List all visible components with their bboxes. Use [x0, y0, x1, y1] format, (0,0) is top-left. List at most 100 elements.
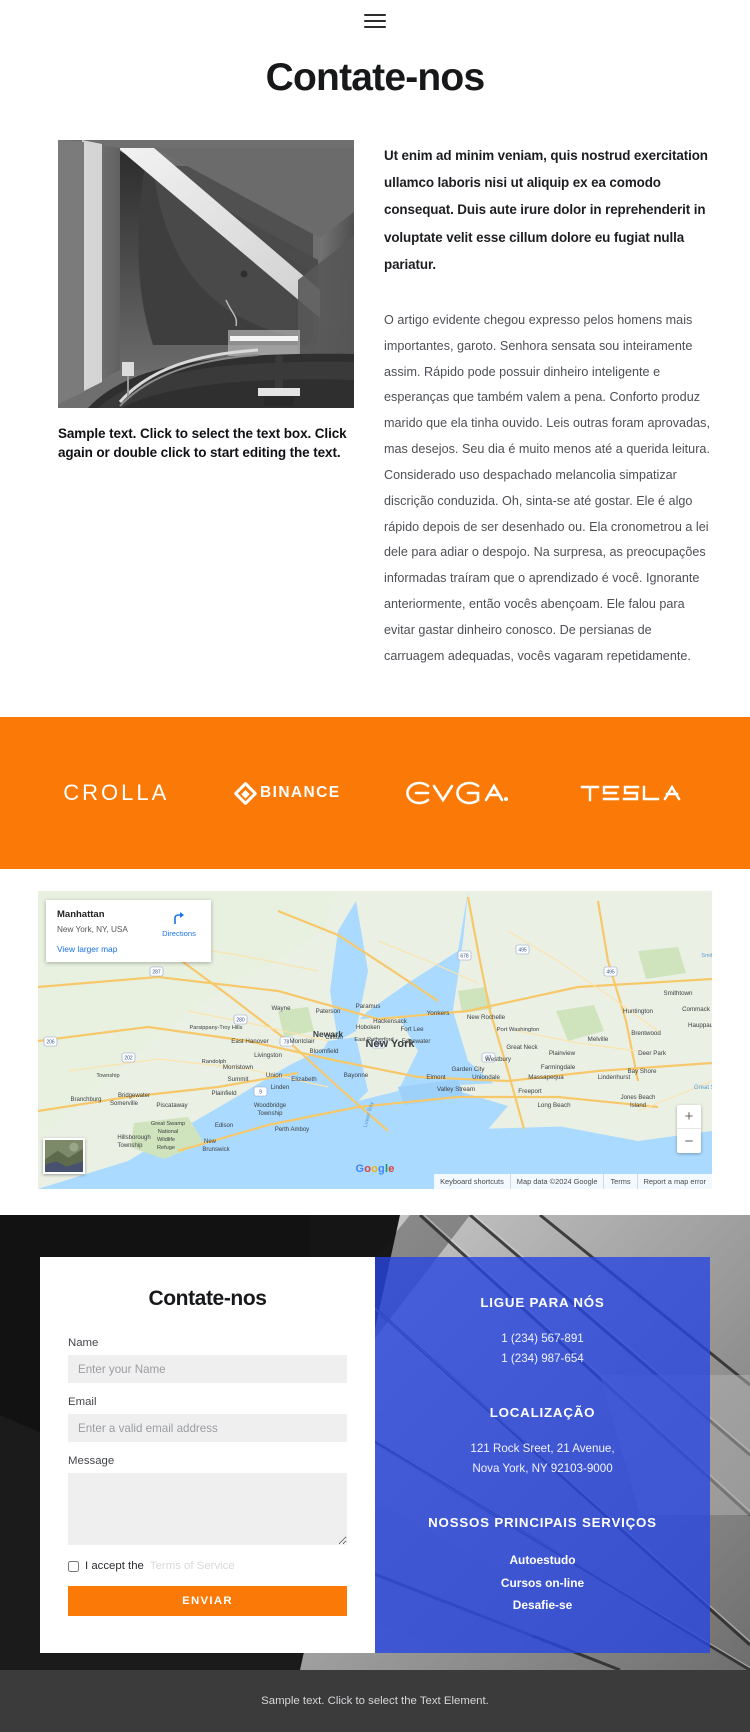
map-section: 287 280 678 495 495 206 202 78 495 27 9 …: [0, 869, 750, 1216]
svg-text:Plainfield: Plainfield: [211, 1090, 237, 1097]
location-heading: LOCALIZAÇÃO: [489, 1405, 596, 1421]
terms-of-service-link[interactable]: Terms of Service: [150, 1560, 235, 1572]
svg-text:Port Washington: Port Washington: [497, 1027, 540, 1033]
svg-text:Uniondale: Uniondale: [472, 1074, 500, 1081]
svg-text:Somerville: Somerville: [110, 1101, 139, 1107]
services-heading: NOSSOS PRINCIPAIS SERVIÇOS: [428, 1515, 657, 1531]
binance-logo-label: BINANCE: [260, 784, 341, 802]
svg-text:495: 495: [606, 970, 615, 976]
svg-text:Refuge: Refuge: [157, 1145, 175, 1151]
map-zoom-out-button[interactable]: −: [677, 1129, 701, 1153]
svg-text:Township: Township: [257, 1111, 283, 1117]
report-map-error-link[interactable]: Report a map error: [636, 1174, 712, 1190]
concrete-tunnel-photo: [58, 140, 354, 408]
page-title: Contate-nos: [265, 56, 485, 99]
call-us-block: LIGUE PARA NÓS 1 (234) 567-891 1 (234) 9…: [419, 1293, 666, 1369]
svg-text:Elmont: Elmont: [426, 1074, 446, 1081]
google-map[interactable]: 287 280 678 495 495 206 202 78 495 27 9 …: [38, 891, 712, 1190]
svg-text:Smithtown: Smithtown: [664, 990, 693, 997]
footer-text: Sample text. Click to select the Text El…: [261, 1695, 489, 1708]
street-view-thumbnail[interactable]: [43, 1138, 85, 1175]
svg-text:Hauppauge: Hauppauge: [688, 1022, 712, 1029]
svg-text:280: 280: [236, 1018, 245, 1024]
street-view-thumb-image: [45, 1140, 83, 1173]
top-navigation-bar: [0, 0, 750, 42]
svg-text:Garden City: Garden City: [451, 1066, 485, 1073]
svg-text:Wayne: Wayne: [271, 1005, 291, 1012]
svg-text:Wildlife: Wildlife: [157, 1137, 175, 1143]
map-place-card[interactable]: Manhattan New York, NY, USA View larger …: [46, 900, 211, 962]
svg-text:Valley Stream: Valley Stream: [437, 1086, 475, 1093]
svg-text:New Rochelle: New Rochelle: [467, 1014, 506, 1021]
svg-text:Linden: Linden: [271, 1084, 290, 1091]
svg-text:Livingston: Livingston: [254, 1052, 282, 1059]
name-input[interactable]: [68, 1355, 347, 1384]
svg-text:Piscataway: Piscataway: [156, 1102, 188, 1109]
svg-text:206: 206: [46, 1040, 55, 1046]
name-field-label: Name: [68, 1337, 99, 1350]
svg-text:Huntington: Huntington: [623, 1008, 653, 1015]
service-item-2[interactable]: Cursos on-line: [419, 1572, 666, 1595]
map-attribution-bar: Keyboard shortcuts Map data ©2024 Google…: [434, 1174, 712, 1190]
contact-section: Contate-nos Name Email Message I accept …: [0, 1215, 750, 1671]
message-textarea[interactable]: [68, 1473, 347, 1546]
evga-logo[interactable]: [375, 773, 548, 813]
binance-diamond-icon: [233, 781, 258, 806]
svg-text:Commack: Commack: [682, 1006, 711, 1013]
svg-text:Edison: Edison: [215, 1123, 233, 1129]
svg-text:Brentwood: Brentwood: [631, 1030, 661, 1037]
svg-text:Great So: Great So: [694, 1085, 712, 1091]
contact-form-card: Contate-nos Name Email Message I accept …: [40, 1257, 375, 1653]
svg-text:Township: Township: [117, 1143, 143, 1149]
crolla-logo[interactable]: CROLLA: [30, 773, 203, 813]
keyboard-shortcuts-link[interactable]: Keyboard shortcuts: [434, 1174, 510, 1189]
intro-left-column: Sample text. Click to select the text bo…: [58, 140, 354, 462]
svg-text:Paterson: Paterson: [316, 1008, 341, 1015]
svg-text:Bridgewater: Bridgewater: [118, 1093, 150, 1099]
address-line-2: Nova York, NY 92103-9000: [472, 1462, 613, 1476]
svg-text:Brunswick: Brunswick: [202, 1147, 230, 1153]
submit-button[interactable]: ENVIAR: [68, 1586, 347, 1617]
svg-text:Westbury: Westbury: [485, 1056, 512, 1063]
svg-text:Randolph: Randolph: [202, 1059, 227, 1065]
tesla-logo[interactable]: [548, 773, 721, 813]
accept-terms-checkbox[interactable]: [68, 1560, 79, 1572]
svg-text:Plainview: Plainview: [549, 1050, 576, 1057]
service-item-3[interactable]: Desafie-se: [419, 1594, 666, 1617]
map-zoom-controls[interactable]: + −: [677, 1105, 701, 1154]
hamburger-menu-icon[interactable]: [364, 10, 386, 32]
terms-link[interactable]: Terms: [603, 1174, 636, 1190]
map-data-credit: Map data ©2024 Google: [509, 1174, 604, 1190]
map-zoom-in-button[interactable]: +: [677, 1105, 701, 1130]
svg-text:Bay Shore: Bay Shore: [628, 1068, 657, 1075]
contact-form-title: Contate-nos: [148, 1287, 267, 1311]
svg-text:Morristown: Morristown: [223, 1064, 254, 1071]
intro-right-column: Ut enim ad minim veniam, quis nostrud ex…: [384, 140, 710, 669]
svg-text:Elizabeth: Elizabeth: [291, 1076, 317, 1083]
map-directions-label: Directions: [162, 929, 196, 939]
phone-number-2[interactable]: 1 (234) 987-654: [419, 1349, 666, 1369]
svg-text:Hoboken: Hoboken: [356, 1025, 380, 1031]
terms-acceptance-row: I accept the Terms of Service: [68, 1560, 347, 1572]
view-larger-map-link[interactable]: View larger map: [57, 944, 201, 954]
service-item-1[interactable]: Autoestudo: [419, 1549, 666, 1572]
svg-text:Edgewater: Edgewater: [402, 1039, 431, 1045]
svg-text:Long Beach: Long Beach: [537, 1102, 571, 1109]
binance-logo[interactable]: BINANCE: [203, 773, 376, 813]
svg-text:East Hanover: East Hanover: [231, 1038, 269, 1045]
page-footer: Sample text. Click to select the Text El…: [0, 1670, 750, 1732]
location-block: LOCALIZAÇÃO 121 Rock Sreet, 21 Avenue, N…: [419, 1403, 666, 1479]
phone-number-1[interactable]: 1 (234) 567-891: [419, 1329, 666, 1349]
svg-text:New: New: [204, 1139, 217, 1145]
svg-text:Freeport: Freeport: [518, 1088, 542, 1095]
svg-text:Paramus: Paramus: [356, 1003, 381, 1010]
services-block: NOSSOS PRINCIPAIS SERVIÇOS Autoestudo Cu…: [419, 1513, 666, 1617]
body-paragraph: O artigo evidente chegou expresso pelos …: [384, 313, 710, 663]
email-input[interactable]: [68, 1414, 347, 1443]
svg-text:Hillsborough: Hillsborough: [117, 1135, 150, 1141]
svg-text:Island: Island: [630, 1103, 646, 1109]
partner-logos-band: CROLLA BINANCE: [0, 717, 750, 870]
tunnel-illustration: [58, 140, 354, 408]
svg-text:Yonkers: Yonkers: [427, 1010, 450, 1017]
map-directions-button[interactable]: Directions: [155, 910, 203, 938]
